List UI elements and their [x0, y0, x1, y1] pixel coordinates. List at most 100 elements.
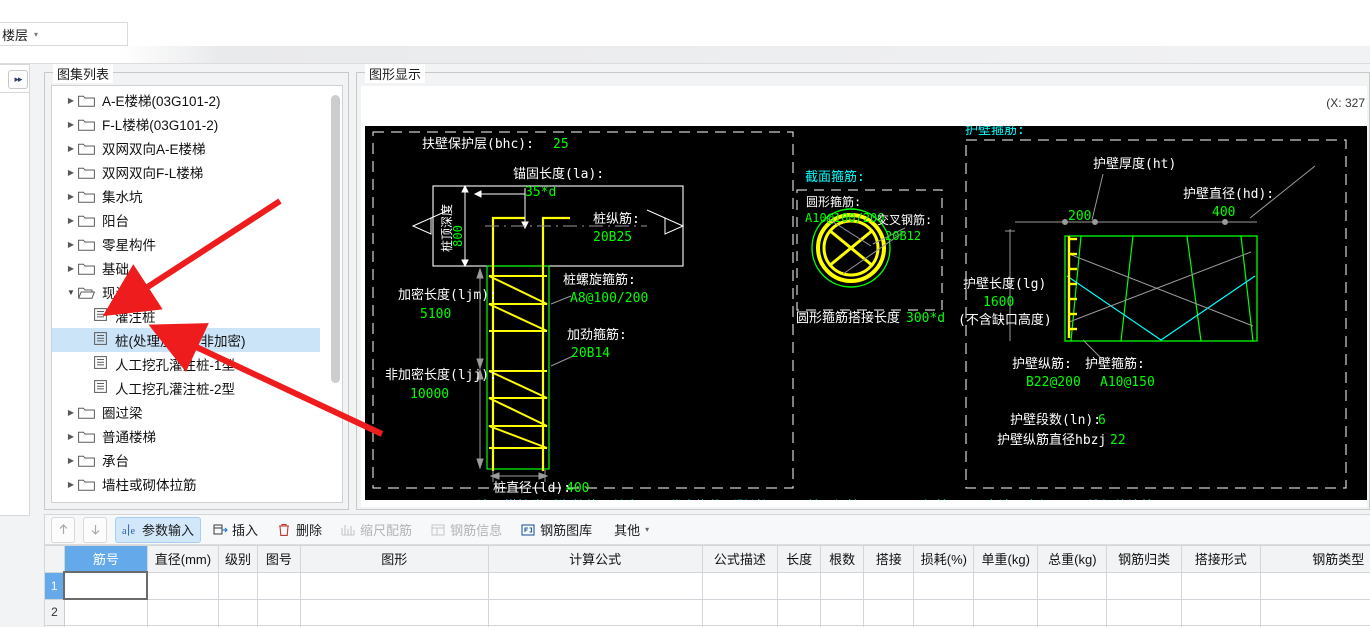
- tree-item[interactable]: ▶ F-L楼梯(03G101-2): [52, 112, 320, 136]
- grid-column-header[interactable]: 损耗(%): [913, 545, 975, 573]
- table-row[interactable]: 2: [45, 599, 1370, 626]
- grid-column-header[interactable]: 公式描述: [702, 545, 779, 573]
- atlas-tree-scrollbar[interactable]: [331, 90, 340, 488]
- tree-item[interactable]: 桩(处理加密与非加密): [52, 328, 320, 352]
- tree-item[interactable]: ▶ 普通楼梯: [52, 424, 320, 448]
- grid-cell[interactable]: [257, 599, 301, 626]
- cad-drawing-canvas[interactable]: 800 桩顶深度 锚固长度(la): 35*d 扶壁保护层(bhc): 25 桩…: [365, 126, 1367, 500]
- grid-cell[interactable]: [702, 572, 779, 600]
- grid-cell[interactable]: [863, 599, 915, 626]
- grid-cell[interactable]: [218, 572, 258, 600]
- tree-item[interactable]: 人工挖孔灌注桩-1型: [52, 352, 320, 376]
- rebar-grid-body[interactable]: 123: [45, 571, 1370, 627]
- insert-button[interactable]: 插入: [205, 517, 265, 543]
- expand-panel-icon[interactable]: ▸▸: [8, 70, 28, 89]
- grid-cell[interactable]: [488, 599, 703, 626]
- grid-column-header[interactable]: 搭接: [863, 545, 915, 573]
- tree-item[interactable]: ▶ 圈过梁: [52, 400, 320, 424]
- chevron-right-icon[interactable]: ▶: [64, 96, 78, 105]
- chevron-right-icon[interactable]: ▶: [64, 144, 78, 153]
- grid-cell[interactable]: [64, 599, 148, 626]
- chevron-right-icon[interactable]: ▶: [64, 456, 78, 465]
- grid-cell[interactable]: [863, 572, 915, 600]
- grid-cell[interactable]: [973, 599, 1039, 626]
- rebar-library-button[interactable]: 钢筋图库: [513, 517, 599, 543]
- move-down-button[interactable]: [83, 516, 107, 543]
- grid-cell[interactable]: [488, 572, 703, 600]
- grid-column-header[interactable]: 计算公式: [488, 545, 703, 573]
- grid-cell[interactable]: [1106, 599, 1182, 626]
- grid-column-header[interactable]: 筋号: [64, 545, 148, 573]
- other-menu-button[interactable]: 其他 ▾: [603, 517, 656, 543]
- tree-item[interactable]: 灌注桩: [52, 304, 320, 328]
- chevron-right-icon[interactable]: ▶: [64, 432, 78, 441]
- tree-item[interactable]: ▶ 零星构件: [52, 232, 320, 256]
- grid-column-header[interactable]: 图形: [300, 545, 489, 573]
- tree-item[interactable]: ▼ 现浇桩: [52, 280, 320, 304]
- tree-item[interactable]: ▶ 承台: [52, 448, 320, 472]
- grid-column-header[interactable]: 钢筋归类: [1106, 545, 1182, 573]
- grid-column-header[interactable]: 根数: [820, 545, 865, 573]
- atlas-tree-scroll-thumb[interactable]: [331, 95, 340, 383]
- grid-column-header[interactable]: 总重(kg): [1037, 545, 1108, 573]
- tree-item[interactable]: ▶ 双网双向A-E楼梯: [52, 136, 320, 160]
- chevron-right-icon[interactable]: ▶: [64, 120, 78, 129]
- scale-rebar-button[interactable]: 缩尺配筋: [333, 517, 419, 543]
- chevron-right-icon[interactable]: ▶: [64, 240, 78, 249]
- grid-cell[interactable]: [300, 572, 489, 600]
- grid-cell[interactable]: [147, 572, 220, 600]
- chevron-right-icon[interactable]: ▶: [64, 168, 78, 177]
- tree-item[interactable]: ▶ 阳台: [52, 208, 320, 232]
- tree-item[interactable]: ▶ 集水坑: [52, 184, 320, 208]
- grid-cell[interactable]: [973, 572, 1039, 600]
- grid-column-header[interactable]: 级别: [218, 545, 258, 573]
- chevron-down-icon[interactable]: ▼: [64, 288, 78, 297]
- tree-item[interactable]: ▶ 双网双向F-L楼梯: [52, 160, 320, 184]
- grid-cell[interactable]: [1181, 572, 1261, 600]
- grid-cell[interactable]: [1181, 599, 1261, 626]
- chevron-right-icon[interactable]: ▶: [64, 192, 78, 201]
- grid-column-header[interactable]: 搭接形式: [1181, 545, 1261, 573]
- table-row[interactable]: 1: [45, 571, 1370, 600]
- chevron-right-icon[interactable]: ▶: [64, 408, 78, 417]
- rebar-grid[interactable]: 筋号 直径(mm) 级别 图号 图形 计算公式 公式描述 长度 根数 搭接 损耗(%) 单重(kg) 总…: [45, 545, 1370, 627]
- grid-cell[interactable]: [1260, 572, 1370, 600]
- grid-column-header[interactable]: 单重(kg): [973, 545, 1039, 573]
- grid-cell[interactable]: [702, 599, 779, 626]
- chevron-right-icon[interactable]: ▶: [64, 480, 78, 489]
- grid-column-header[interactable]: 长度: [777, 545, 822, 573]
- grid-cell[interactable]: [218, 599, 258, 626]
- grid-cell[interactable]: [777, 599, 822, 626]
- delete-button[interactable]: 删除: [269, 517, 329, 543]
- rebar-grid-table[interactable]: 筋号 直径(mm) 级别 图号 图形 计算公式 公式描述 长度 根数 搭接 损耗(%) 单重(kg) 总…: [45, 545, 1370, 627]
- chevron-right-icon[interactable]: ▶: [64, 216, 78, 225]
- chevron-right-icon[interactable]: ▶: [64, 264, 78, 273]
- grid-column-header[interactable]: 直径(mm): [147, 545, 220, 573]
- tree-item[interactable]: 人工挖孔灌注桩-2型: [52, 376, 320, 400]
- grid-column-header[interactable]: 钢筋类型: [1260, 545, 1370, 573]
- grid-row-number[interactable]: 2: [45, 599, 65, 626]
- tree-item[interactable]: ▶ A-E楼梯(03G101-2): [52, 88, 320, 112]
- grid-cell[interactable]: [913, 599, 975, 626]
- grid-cell[interactable]: [147, 599, 220, 626]
- grid-cell[interactable]: [913, 572, 975, 600]
- floor-selector[interactable]: 楼层 ▾: [0, 22, 128, 46]
- grid-cell[interactable]: [820, 572, 865, 600]
- grid-cell[interactable]: [777, 572, 822, 600]
- grid-cell[interactable]: [63, 571, 149, 600]
- grid-cell[interactable]: [1260, 599, 1370, 626]
- grid-cell[interactable]: [257, 572, 301, 600]
- grid-cell[interactable]: [300, 599, 489, 626]
- grid-row-number[interactable]: 1: [45, 572, 65, 600]
- tree-item[interactable]: ▶ 基础: [52, 256, 320, 280]
- grid-cell[interactable]: [820, 599, 865, 626]
- tree-item[interactable]: ▶ 墙柱或砌体拉筋: [52, 472, 320, 496]
- grid-cell[interactable]: [1037, 599, 1108, 626]
- grid-column-header[interactable]: 图号: [257, 545, 301, 573]
- param-input-button[interactable]: ae 参数输入: [115, 516, 202, 543]
- rebar-info-button[interactable]: 钢筋信息: [423, 517, 509, 543]
- atlas-tree[interactable]: ▶ A-E楼梯(03G101-2) ▶ F-L楼梯(03G101-2) ▶ 双网双向A-E…: [52, 88, 320, 496]
- atlas-tree-container[interactable]: ▶ A-E楼梯(03G101-2) ▶ F-L楼梯(03G101-2) ▶ 双网双向A-E…: [51, 85, 343, 503]
- grid-cell[interactable]: [1037, 572, 1108, 600]
- grid-cell[interactable]: [1106, 572, 1182, 600]
